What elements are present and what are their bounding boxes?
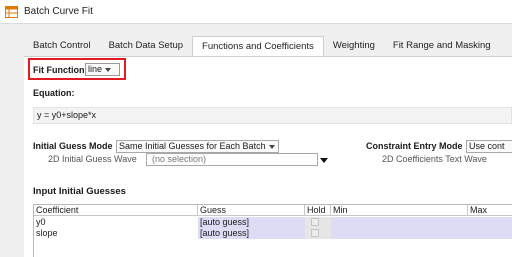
column-header-coefficient[interactable]: Coefficient [34,205,198,216]
table-header-row: Coefficient Guess Hold Min Max [34,205,512,216]
constraint-entry-mode-label: Constraint Entry Mode [366,141,463,151]
window-title: Batch Curve Fit [24,6,93,17]
app-icon [5,6,18,18]
batch-curve-fit-window: Batch Curve Fit Batch Control Batch Data… [0,0,512,257]
coef-text-wave-label: 2D Coefficients Text Wave [382,154,487,164]
guess-cell[interactable]: [auto guess] [198,217,305,228]
initial-guesses-table: Coefficient Guess Hold Min Max y0 [auto … [33,204,512,257]
constraint-entry-mode-select[interactable]: Use cont [466,140,512,153]
wave-2d-field[interactable]: (no selection) [146,153,318,166]
equation-display: y = y0+slope*x [33,107,512,124]
hold-checkbox[interactable] [311,229,319,237]
table-row: slope [auto guess] [34,228,512,239]
max-cell[interactable] [468,228,512,239]
coefficient-cell[interactable]: y0 [34,217,198,228]
column-header-guess[interactable]: Guess [198,205,305,216]
initial-guess-mode-select[interactable]: Same Initial Guesses for Each Batch [116,140,279,153]
column-header-hold[interactable]: Hold [305,205,331,216]
fit-function-label: Fit Function [33,65,85,75]
tab-batch-data-setup[interactable]: Batch Data Setup [100,36,192,56]
column-header-max[interactable]: Max [468,205,512,216]
chevron-down-icon [105,67,112,72]
tab-bar: Batch Control Batch Data Setup Functions… [24,36,500,57]
hold-cell [305,217,331,228]
equation-label: Equation: [33,88,75,98]
hold-checkbox[interactable] [311,218,319,226]
input-initial-guesses-heading: Input Initial Guesses [33,186,126,197]
table-row: y0 [auto guess] [34,217,512,228]
min-cell[interactable] [331,228,468,239]
max-cell[interactable] [468,217,512,228]
wave-2d-dropdown-icon[interactable] [318,154,330,166]
min-cell[interactable] [331,217,468,228]
tab-weighting[interactable]: Weighting [324,36,384,56]
coefficient-cell[interactable]: slope [34,228,198,239]
guess-cell[interactable]: [auto guess] [198,228,305,239]
hold-cell [305,228,331,239]
initial-guess-mode-value: Same Initial Guesses for Each Batch [119,141,266,151]
fit-function-select[interactable]: line [85,63,120,76]
tab-fit-range-and-masking[interactable]: Fit Range and Masking [384,36,500,56]
tab-batch-control[interactable]: Batch Control [24,36,100,56]
chevron-down-icon [268,144,275,149]
column-header-min[interactable]: Min [331,205,468,216]
wave-2d-label: 2D Initial Guess Wave [48,154,137,164]
initial-guess-mode-label: Initial Guess Mode [33,141,113,151]
title-bar: Batch Curve Fit [0,0,512,24]
tab-functions-and-coefficients[interactable]: Functions and Coefficients [192,36,324,57]
fit-function-value: line [88,64,103,74]
constraint-entry-mode-value: Use cont [469,141,505,151]
